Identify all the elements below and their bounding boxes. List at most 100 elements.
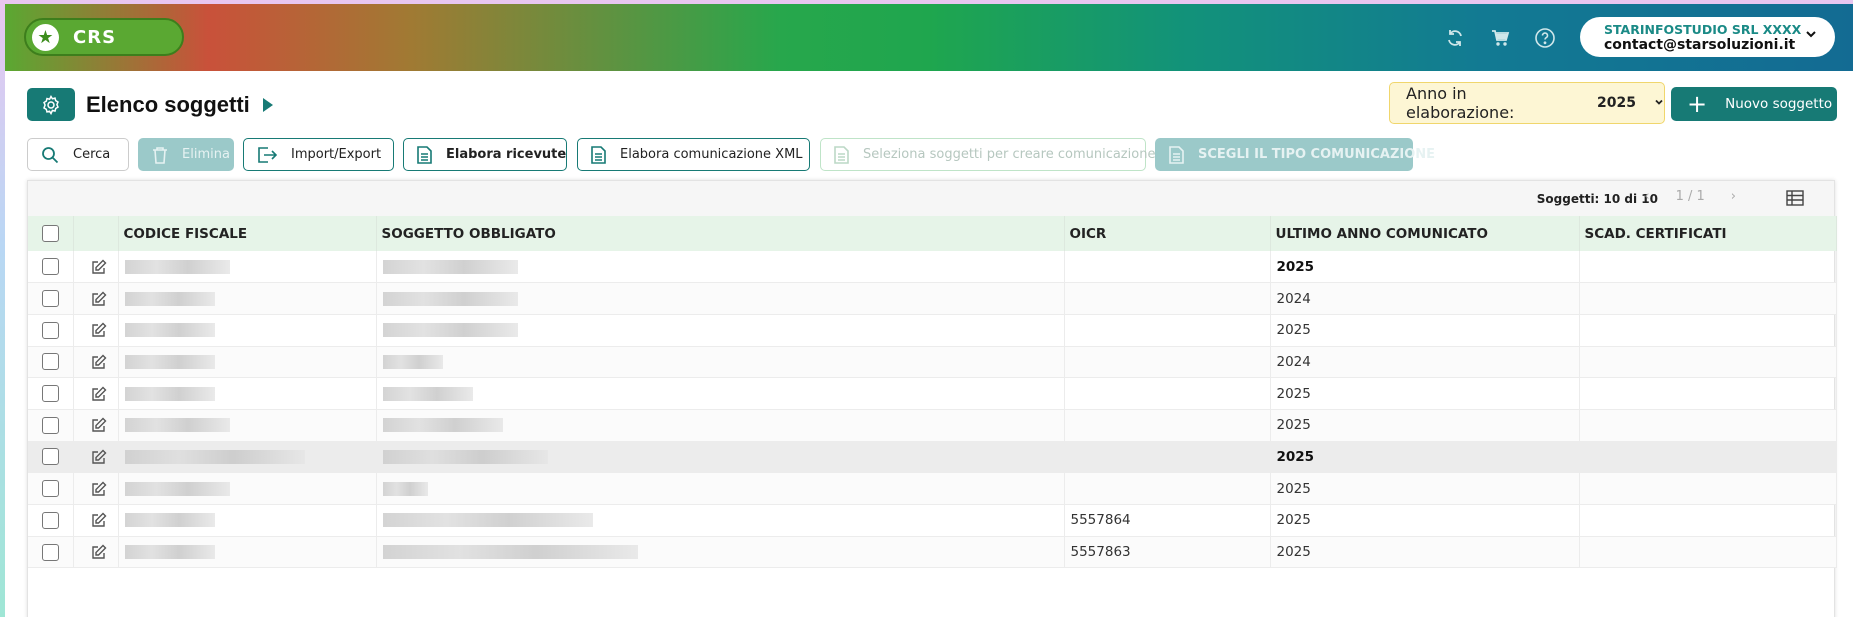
elabora-xml-button[interactable]: Elabora comunicazione XML (577, 138, 810, 171)
row-checkbox[interactable] (41, 543, 59, 561)
table-row[interactable]: 5557864 2025 (28, 504, 1837, 537)
trash-icon (152, 146, 168, 164)
table-row[interactable]: 2024 (28, 282, 1837, 315)
ultimo-anno-cell: 2025 (1270, 472, 1580, 505)
select-subjects-button[interactable]: Seleziona soggetti per creare comunicazi… (820, 138, 1155, 171)
document-icon (417, 145, 432, 164)
row-select-cell (28, 346, 74, 379)
redacted-value (382, 291, 518, 306)
row-checkbox[interactable] (41, 385, 59, 403)
table-row[interactable]: 2025 (28, 251, 1837, 284)
help-icon[interactable] (1533, 26, 1557, 50)
soggetto-cell (376, 251, 1065, 284)
new-subject-label: Nuovo soggetto (1725, 96, 1833, 112)
delete-button[interactable]: Elimina (138, 138, 234, 171)
settings-button[interactable] (27, 88, 75, 121)
edit-icon[interactable] (80, 512, 118, 528)
scad-certificati-cell (1579, 441, 1837, 474)
row-checkbox[interactable] (41, 290, 59, 308)
edit-icon[interactable] (80, 544, 118, 560)
soggetto-cell (376, 504, 1065, 537)
row-checkbox[interactable] (41, 416, 59, 434)
import-export-button[interactable]: Import/Export (243, 138, 394, 171)
edit-cell (73, 504, 119, 537)
delete-label: Elimina (182, 147, 230, 162)
edit-icon[interactable] (80, 386, 118, 402)
chevron-left-icon[interactable]: ‹ (1644, 189, 1649, 204)
choose-type-button[interactable]: SCEGLI IL TIPO COMUNICAZIONE (1155, 138, 1435, 171)
cart-icon[interactable] (1488, 26, 1512, 50)
column-header[interactable]: OICR (1064, 216, 1271, 251)
codice-fiscale-cell (118, 377, 377, 410)
refresh-icon[interactable] (1443, 26, 1467, 50)
redacted-value (124, 545, 215, 560)
codice-fiscale-cell (118, 346, 377, 379)
soggetto-cell (376, 536, 1065, 569)
row-checkbox[interactable] (41, 511, 59, 529)
soggetto-cell (376, 377, 1065, 410)
edit-cell (73, 346, 119, 379)
row-checkbox[interactable] (41, 448, 59, 466)
table-row[interactable]: 2025 (28, 377, 1837, 410)
record-count: Soggetti: 10 di 10 (1536, 192, 1658, 206)
table-row[interactable]: 2025 (28, 472, 1837, 505)
redacted-value (382, 481, 428, 496)
edit-icon[interactable] (80, 417, 118, 433)
new-subject-button[interactable]: + Nuovo soggetto (1671, 87, 1837, 121)
app-logo[interactable]: ★ CRS (24, 18, 184, 56)
year-selector[interactable]: Anno in elaborazione: 2025 (1389, 82, 1665, 124)
edit-icon[interactable] (80, 291, 118, 307)
table-row[interactable]: 5557863 2025 (28, 536, 1837, 569)
codice-fiscale-cell (118, 251, 377, 284)
search-button[interactable]: Cerca (27, 138, 129, 171)
table-row[interactable]: 2025 (28, 441, 1837, 474)
elabora-ricevute-label: Elabora ricevute (446, 147, 567, 162)
page-indicator: 1 / 1 (1675, 189, 1705, 204)
row-checkbox[interactable] (41, 321, 59, 339)
table-row[interactable]: 2025 (28, 409, 1837, 442)
row-select-cell (28, 441, 74, 474)
table-icon[interactable] (1786, 190, 1804, 209)
edit-icon[interactable] (80, 481, 118, 497)
row-checkbox[interactable] (41, 353, 59, 371)
table-row[interactable]: 2024 (28, 346, 1837, 379)
document-icon (1169, 145, 1184, 164)
oicr-cell: 5557863 (1064, 536, 1271, 569)
export-icon (257, 146, 277, 164)
row-checkbox[interactable] (41, 480, 59, 498)
codice-fiscale-cell (118, 441, 377, 474)
redacted-value (124, 386, 215, 401)
edit-icon[interactable] (80, 259, 118, 275)
column-header[interactable]: CODICE FISCALE (118, 216, 377, 251)
soggetto-cell (376, 472, 1065, 505)
column-header[interactable]: SOGGETTO OBBLIGATO (376, 216, 1065, 251)
star-icon: ★ (32, 23, 59, 51)
document-icon (591, 145, 606, 164)
grid-toolbar: Soggetti: 10 di 10 ‹ 1 / 1 › (28, 181, 1834, 216)
select-all-checkbox[interactable] (41, 225, 59, 242)
codice-fiscale-cell (118, 314, 377, 347)
edit-icon[interactable] (80, 322, 118, 338)
scad-certificati-cell (1579, 504, 1837, 537)
elabora-xml-label: Elabora comunicazione XML (620, 147, 803, 162)
column-header[interactable]: ULTIMO ANNO COMUNICATO (1270, 216, 1580, 251)
table-row[interactable]: 2025 (28, 314, 1837, 347)
elabora-ricevute-button[interactable]: Elabora ricevute (403, 138, 567, 171)
row-checkbox[interactable] (41, 258, 59, 276)
scad-certificati-cell (1579, 536, 1837, 569)
edit-icon[interactable] (80, 354, 118, 370)
chevron-right-icon[interactable]: › (1731, 189, 1736, 204)
edit-icon[interactable] (80, 449, 118, 465)
soggetto-cell (376, 282, 1065, 315)
user-menu[interactable]: STARINFOSTUDIO SRL XXXX contact@starsolu… (1580, 17, 1835, 57)
column-header[interactable]: SCAD. CERTIFICATI (1579, 216, 1837, 251)
scad-certificati-cell (1579, 282, 1837, 315)
select-all-cell (28, 216, 74, 251)
play-icon[interactable] (263, 98, 273, 112)
import-export-label: Import/Export (291, 147, 382, 162)
oicr-cell (1064, 472, 1271, 505)
row-select-cell (28, 314, 74, 347)
app-window: ★ CRS STARINFOSTUDIO SRL XXXX contact@st… (5, 4, 1853, 617)
scad-certificati-cell (1579, 251, 1837, 284)
search-label: Cerca (73, 147, 111, 162)
